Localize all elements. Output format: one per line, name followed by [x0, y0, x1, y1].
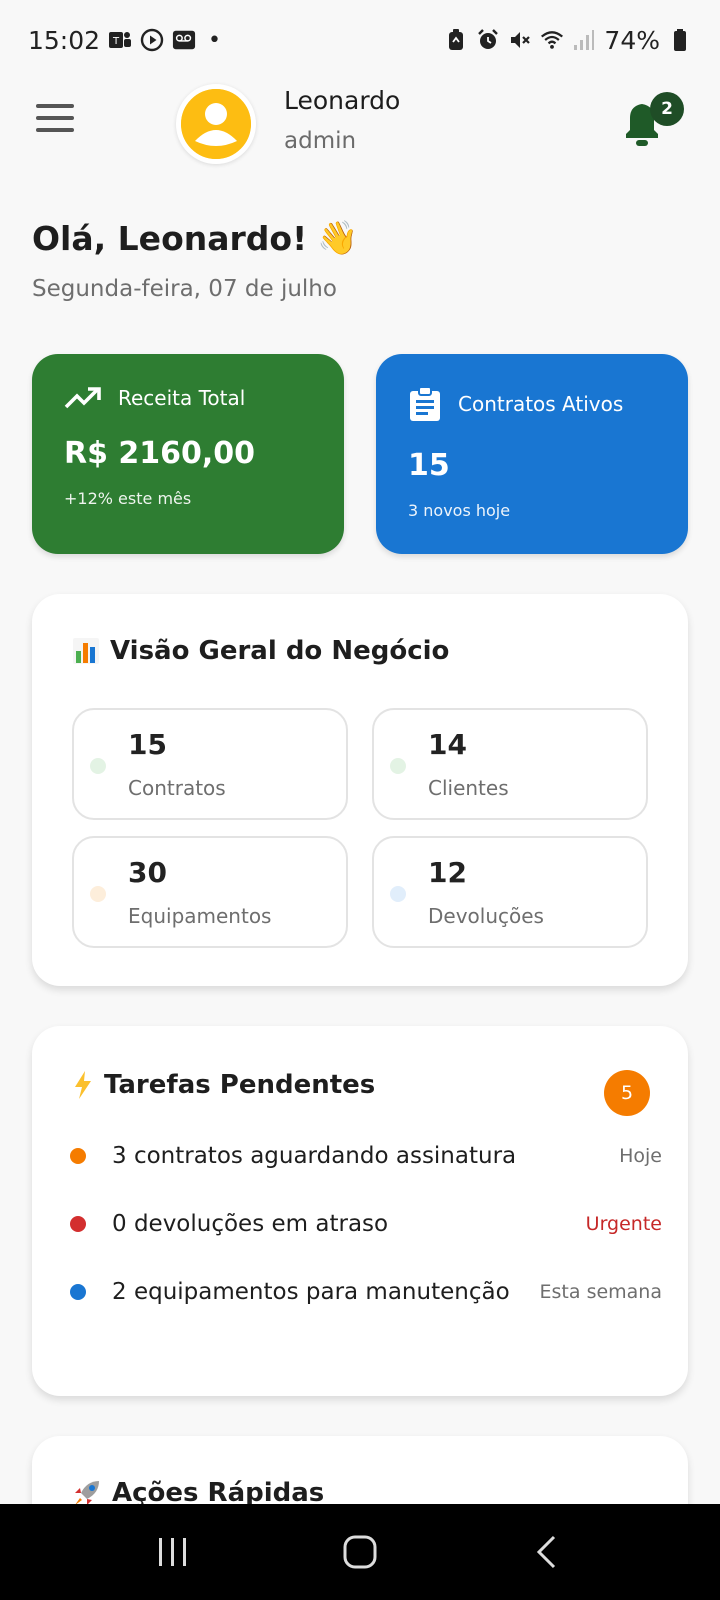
status-dot: [90, 886, 106, 902]
overview-contracts[interactable]: 15 Contratos: [72, 708, 348, 820]
notification-dot: •: [208, 27, 222, 53]
task-when: Urgente: [585, 1213, 662, 1235]
lightning-icon: [75, 1071, 91, 1099]
alarm-icon: [476, 28, 500, 52]
overview-number: 30: [128, 856, 167, 889]
overview-number: 12: [428, 856, 467, 889]
overview-number: 14: [428, 728, 467, 761]
home-button[interactable]: [330, 1522, 390, 1582]
wifi-icon: [540, 28, 564, 52]
battery-percent: 74%: [604, 25, 660, 55]
clipboard-icon: [410, 386, 440, 421]
menu-button[interactable]: [36, 98, 76, 138]
status-dot: [90, 758, 106, 774]
task-when: Esta semana: [539, 1281, 662, 1303]
bar-chart-icon: [73, 638, 99, 664]
trending-up-icon: [64, 387, 101, 409]
voicemail-icon: [172, 28, 196, 52]
clock: 15:02: [28, 25, 101, 55]
recent-apps-button[interactable]: [143, 1522, 203, 1582]
notifications-button[interactable]: 2: [620, 92, 684, 154]
task-item[interactable]: 0 devoluções em atraso Urgente: [70, 1204, 662, 1244]
menu-icon-line: [36, 104, 74, 108]
mute-icon: [508, 28, 532, 52]
battery-icon: [668, 28, 692, 52]
user-role: admin: [284, 128, 357, 154]
status-dot: [390, 886, 406, 902]
tasks-count-badge: 5: [604, 1070, 650, 1116]
overview-label: Devoluções: [428, 904, 544, 928]
task-item[interactable]: 3 contratos aguardando assinatura Hoje: [70, 1136, 662, 1176]
current-date: Segunda-feira, 07 de julho: [32, 276, 337, 302]
overview-returns[interactable]: 12 Devoluções: [372, 836, 648, 948]
home-icon: [343, 1535, 377, 1569]
notification-badge: 2: [650, 92, 684, 126]
person-icon: [181, 89, 251, 159]
task-dot: [70, 1284, 86, 1300]
overview-clients[interactable]: 14 Clientes: [372, 708, 648, 820]
task-text: 0 devoluções em atraso: [112, 1211, 389, 1237]
teams-icon: T: [108, 28, 132, 52]
tasks-title-text: Tarefas Pendentes: [104, 1070, 376, 1100]
task-when: Hoje: [619, 1145, 662, 1167]
back-icon: [536, 1535, 555, 1569]
recent-apps-icon: [159, 1538, 187, 1566]
revenue-sub: +12% este mês: [64, 489, 192, 508]
greeting-title: Olá, Leonardo!: [32, 218, 308, 258]
overview-label: Equipamentos: [128, 904, 272, 928]
task-dot: [70, 1216, 86, 1232]
status-dot: [390, 758, 406, 774]
pending-tasks-panel: Tarefas Pendentes 5 3 contratos aguardan…: [32, 1026, 688, 1396]
business-overview-panel: Visão Geral do Negócio 15 Contratos 14 C…: [32, 594, 688, 986]
overview-equipment[interactable]: 30 Equipamentos: [72, 836, 348, 948]
task-text: 2 equipamentos para manutenção: [112, 1279, 510, 1305]
greeting: Olá, Leonardo! 👋: [32, 218, 358, 258]
play-icon: [140, 28, 164, 52]
back-button[interactable]: [517, 1522, 577, 1582]
app-header: Leonardo admin 2: [0, 80, 720, 180]
overview-title: Visão Geral do Negócio: [72, 636, 449, 666]
avatar[interactable]: [176, 84, 256, 164]
contracts-value: 15: [408, 448, 450, 483]
overview-title-text: Visão Geral do Negócio: [110, 636, 450, 666]
revenue-card[interactable]: Receita Total R$ 2160,00 +12% este mês: [32, 354, 344, 554]
system-nav-bar: [0, 1504, 720, 1600]
task-item[interactable]: 2 equipamentos para manutenção Esta sema…: [70, 1272, 662, 1312]
task-dot: [70, 1148, 86, 1164]
overview-label: Contratos: [128, 776, 226, 800]
status-bar: 15:02 T • 74%: [0, 0, 720, 80]
overview-number: 15: [128, 728, 167, 761]
menu-icon-line: [36, 116, 74, 120]
battery-saver-icon: [444, 28, 468, 52]
menu-icon-line: [36, 128, 74, 132]
overview-label: Clientes: [428, 776, 509, 800]
revenue-value: R$ 2160,00: [64, 436, 256, 471]
svg-text:T: T: [112, 36, 120, 47]
signal-icon: [572, 28, 596, 52]
revenue-label: Receita Total: [118, 386, 246, 410]
tasks-title: Tarefas Pendentes: [72, 1070, 375, 1100]
contracts-label: Contratos Ativos: [458, 392, 624, 416]
user-name: Leonardo: [284, 86, 401, 115]
waving-hand-icon: 👋: [317, 218, 359, 257]
task-text: 3 contratos aguardando assinatura: [112, 1143, 517, 1169]
contracts-sub: 3 novos hoje: [408, 501, 511, 520]
contracts-card[interactable]: Contratos Ativos 15 3 novos hoje: [376, 354, 688, 554]
